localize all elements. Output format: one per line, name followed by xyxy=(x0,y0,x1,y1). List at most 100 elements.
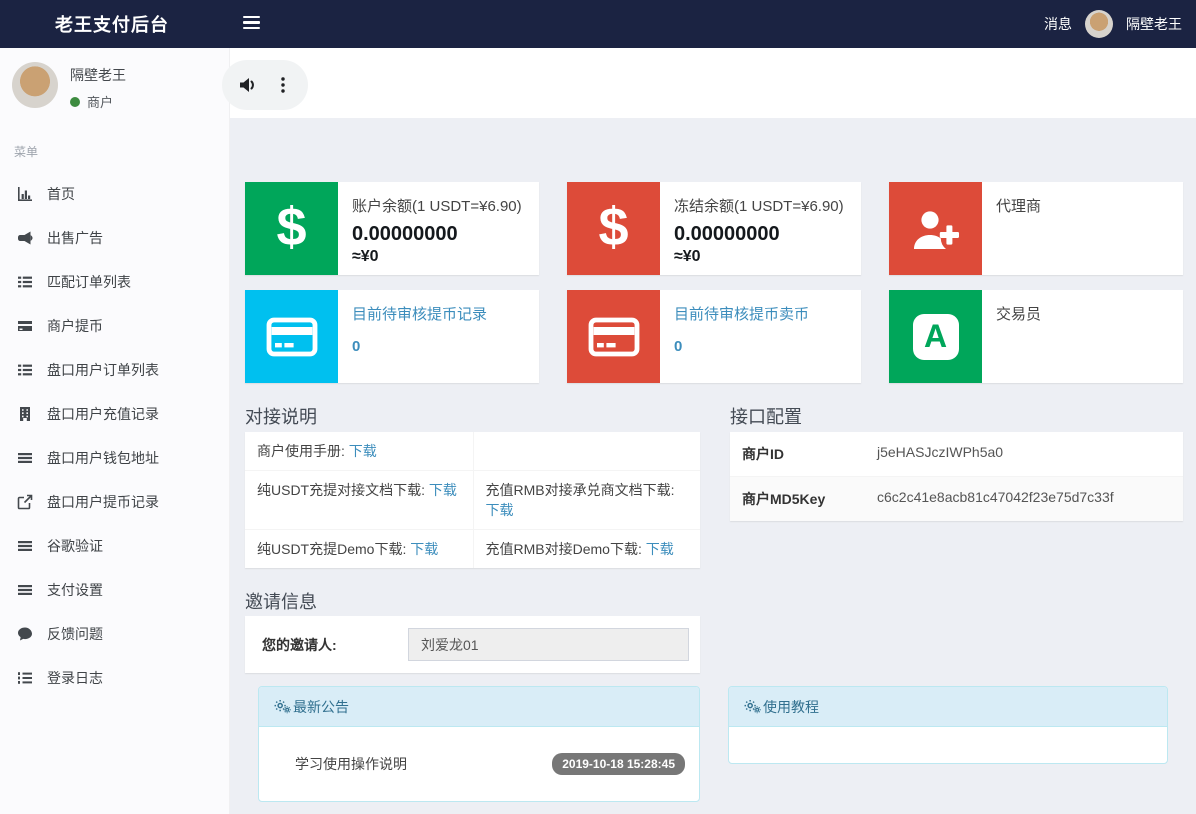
card-value: 0 xyxy=(352,338,487,355)
merchant-id-value: j5eHASJczIWPh5a0 xyxy=(877,444,1003,464)
comment-icon xyxy=(16,626,34,642)
credit-card-icon xyxy=(567,290,660,383)
card-approx-value: ≈¥0 xyxy=(352,248,522,266)
bars-icon xyxy=(16,582,34,598)
download-link[interactable]: 下载 xyxy=(429,482,457,498)
sidebar-item-sell-ads[interactable]: 出售广告 xyxy=(0,216,229,260)
sidebar-item-feedback[interactable]: 反馈问题 xyxy=(0,612,229,656)
download-link[interactable]: 下载 xyxy=(410,541,438,557)
card-pending-withdrawals[interactable]: 目前待审核提币记录 0 xyxy=(245,290,539,383)
cogs-icon xyxy=(744,699,761,714)
bullhorn-icon xyxy=(16,230,34,246)
bar-chart-icon xyxy=(16,186,34,202)
docs-section-title: 对接说明 xyxy=(245,403,317,429)
tutorial-panel-heading: 使用教程 xyxy=(729,687,1167,727)
more-options-icon[interactable] xyxy=(272,74,294,96)
api-config-box: 商户ID j5eHASJczIWPh5a0 商户MD5Key c6c2c41e8… xyxy=(730,432,1183,521)
announcement-panel-heading: 最新公告 xyxy=(259,687,699,727)
download-link[interactable]: 下载 xyxy=(646,541,674,557)
sidebar-item-label: 登录日志 xyxy=(47,668,103,688)
doc-label: 纯USDT充提对接文档下载: xyxy=(257,482,425,498)
card-value: 0.00000000 xyxy=(352,223,522,246)
sidebar-item-payment-settings[interactable]: 支付设置 xyxy=(0,568,229,612)
merchant-md5key-value: c6c2c41e8acb81c47042f23e75d7c33f xyxy=(877,489,1114,509)
sidebar: 隔壁老王 商户 菜单 首页 出售广告 匹配订单列表 xyxy=(0,48,230,814)
sidebar-item-label: 商户提币 xyxy=(47,316,103,336)
sidebar-user-name: 隔壁老王 xyxy=(70,65,126,85)
user-avatar[interactable] xyxy=(1085,10,1113,38)
sidebar-item-label: 盘口用户订单列表 xyxy=(47,360,159,380)
card-agent: 代理商 xyxy=(889,182,1183,275)
card-title: 代理商 xyxy=(996,195,1041,216)
docs-row: 商户使用手册: 下载 xyxy=(245,432,700,470)
hamburger-menu-icon[interactable] xyxy=(243,16,260,32)
doc-label: 商户使用手册: xyxy=(257,443,345,459)
sidebar-user-panel: 隔壁老王 商户 xyxy=(0,48,229,125)
bars-icon xyxy=(16,450,34,466)
announcement-item[interactable]: 学习使用操作说明 2019-10-18 15:28:45 xyxy=(259,727,699,801)
docs-row: 纯USDT充提Demo下载: 下载 充值RMB对接Demo下载: 下载 xyxy=(245,529,700,568)
card-value: 0.00000000 xyxy=(674,223,844,246)
doc-label: 纯USDT充提Demo下载: xyxy=(257,541,406,557)
building-icon xyxy=(16,406,34,422)
doc-label: 充值RMB对接承兑商文档下载: xyxy=(486,482,675,498)
sidebar-item-user-wallets[interactable]: 盘口用户钱包地址 xyxy=(0,436,229,480)
sidebar-item-label: 盘口用户充值记录 xyxy=(47,404,159,424)
speaker-icon[interactable] xyxy=(236,73,260,97)
doc-label: 充值RMB对接Demo下载: xyxy=(486,541,642,557)
messages-link[interactable]: 消息 xyxy=(1044,14,1072,34)
download-link[interactable]: 下载 xyxy=(486,502,514,518)
sidebar-item-user-deposits[interactable]: 盘口用户充值记录 xyxy=(0,392,229,436)
card-title: 目前待审核提币卖币 xyxy=(674,303,809,324)
media-control-pill xyxy=(222,60,308,110)
sidebar-item-match-orders[interactable]: 匹配订单列表 xyxy=(0,260,229,304)
bars-icon xyxy=(16,538,34,554)
list-ol-icon xyxy=(16,670,34,686)
sidebar-user-role: 商户 xyxy=(87,92,113,111)
cogs-icon xyxy=(274,699,291,714)
sidebar-item-user-withdrawals[interactable]: 盘口用户提币记录 xyxy=(0,480,229,524)
navbar-right: 消息 隔壁老王 xyxy=(1044,0,1182,48)
list-icon xyxy=(16,274,34,290)
tutorial-panel-body xyxy=(729,727,1167,763)
merchant-id-label: 商户ID xyxy=(742,444,877,464)
tutorial-panel: 使用教程 xyxy=(728,686,1168,764)
dollar-icon: $ xyxy=(245,182,338,275)
card-trader: A 交易员 xyxy=(889,290,1183,383)
docs-row: 纯USDT充提对接文档下载: 下载 充值RMB对接承兑商文档下载: 下载 xyxy=(245,470,700,529)
sidebar-item-label: 支付设置 xyxy=(47,580,103,600)
inviter-label: 您的邀请人: xyxy=(262,635,408,655)
sidebar-item-label: 匹配订单列表 xyxy=(47,272,131,292)
sidebar-item-google-auth[interactable]: 谷歌验证 xyxy=(0,524,229,568)
user-plus-icon xyxy=(889,182,982,275)
download-link[interactable]: 下载 xyxy=(349,443,377,459)
invite-box: 您的邀请人: 刘爱龙01 xyxy=(245,616,700,673)
sidebar-item-label: 反馈问题 xyxy=(47,624,103,644)
menu-section-label: 菜单 xyxy=(0,143,229,160)
card-title: 目前待审核提币记录 xyxy=(352,303,487,324)
credit-card-icon xyxy=(245,290,338,383)
sidebar-item-home[interactable]: 首页 xyxy=(0,172,229,216)
dollar-icon: $ xyxy=(567,182,660,275)
config-row: 商户ID j5eHASJczIWPh5a0 xyxy=(730,432,1183,476)
announcement-text: 学习使用操作说明 xyxy=(295,754,407,774)
sidebar-item-user-orders[interactable]: 盘口用户订单列表 xyxy=(0,348,229,392)
sidebar-item-merchant-withdraw[interactable]: 商户提币 xyxy=(0,304,229,348)
sidebar-item-login-logs[interactable]: 登录日志 xyxy=(0,656,229,700)
card-approx-value: ≈¥0 xyxy=(674,248,844,266)
inviter-input[interactable]: 刘爱龙01 xyxy=(408,628,689,661)
online-status-dot xyxy=(70,97,80,107)
user-menu[interactable]: 隔壁老王 xyxy=(1126,14,1182,34)
card-title: 交易员 xyxy=(996,303,1041,324)
card-account-balance: $ 账户余额(1 USDT=¥6.90) 0.00000000 ≈¥0 xyxy=(245,182,539,275)
sidebar-avatar xyxy=(12,62,58,108)
card-pending-sell[interactable]: 目前待审核提币卖币 0 xyxy=(567,290,861,383)
credit-card-icon xyxy=(16,318,34,334)
announcement-panel: 最新公告 学习使用操作说明 2019-10-18 15:28:45 xyxy=(258,686,700,802)
docs-box: 商户使用手册: 下载 纯USDT充提对接文档下载: 下载 充值RMB对接承兑商文… xyxy=(245,432,700,568)
stat-cards: $ 账户余额(1 USDT=¥6.90) 0.00000000 ≈¥0 $ 冻结… xyxy=(245,182,1183,383)
brand-title[interactable]: 老王支付后台 xyxy=(55,0,169,48)
list-icon xyxy=(16,362,34,378)
sidebar-item-label: 盘口用户钱包地址 xyxy=(47,448,159,468)
card-title: 冻结余额(1 USDT=¥6.90) xyxy=(674,195,844,216)
